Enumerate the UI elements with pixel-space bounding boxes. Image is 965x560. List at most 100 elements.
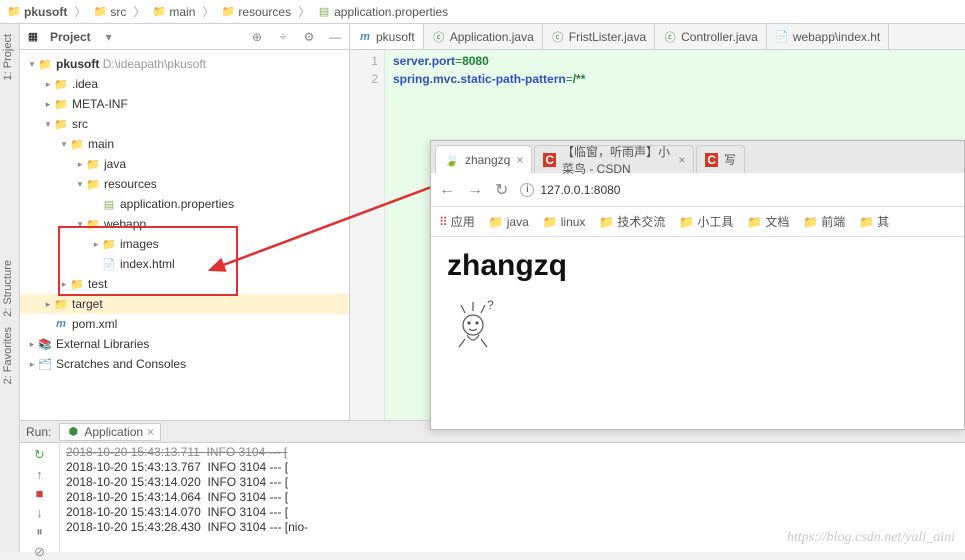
folder-icon: 📁 — [747, 215, 762, 229]
run-config-tab[interactable]: ⬢Application× — [59, 423, 161, 441]
chevron-icon: 〉 — [200, 3, 216, 20]
tree-root[interactable]: ▾📁pkusoft D:\ideapath\pkusoft — [20, 54, 349, 74]
tree-idea[interactable]: ▸📁.idea — [20, 74, 349, 94]
tree-main[interactable]: ▾📁main — [20, 134, 349, 154]
crumb-main[interactable]: 📁main — [149, 4, 198, 20]
tree-test[interactable]: ▸📁test — [20, 274, 349, 294]
folder-icon: 📁 — [54, 77, 68, 91]
tree-target[interactable]: ▸📁target — [20, 294, 349, 314]
forward-icon[interactable]: → — [467, 181, 483, 199]
hide-icon[interactable]: — — [327, 29, 343, 45]
bookmark-docs[interactable]: 📁文档 — [747, 213, 789, 230]
tab-favorites[interactable]: 2: Favorites — [2, 327, 14, 384]
folder-icon: 📁 — [93, 5, 107, 19]
bookmark-other[interactable]: 📁其 — [859, 213, 889, 230]
crumb-resources[interactable]: 📁resources — [218, 4, 294, 20]
browser-address-bar: ← → ↻ i127.0.0.1:8080 — [431, 173, 964, 207]
bookmark-java[interactable]: 📁java — [489, 215, 529, 229]
class-icon: ⓒ — [551, 30, 565, 44]
crumb-file[interactable]: ▤application.properties — [314, 4, 451, 20]
svg-text:?: ? — [487, 299, 494, 312]
tree-scratches[interactable]: ▸🗂Scratches and Consoles — [20, 354, 349, 374]
tree-index[interactable]: 📄index.html — [20, 254, 349, 274]
bookmark-tech[interactable]: 📁技术交流 — [599, 213, 665, 230]
chevron-icon: 〉 — [72, 3, 88, 20]
breadcrumb: 📁pkusoft 〉 📁src 〉 📁main 〉 📁resources 〉 ▤… — [0, 0, 965, 24]
tree-src[interactable]: ▾📁src — [20, 114, 349, 134]
tree-extlib[interactable]: ▸📚External Libraries — [20, 334, 349, 354]
back-icon[interactable]: ← — [439, 181, 455, 199]
apps-shortcut[interactable]: ⠿应用 — [439, 213, 475, 230]
project-icon: ▦ — [26, 30, 40, 44]
tree-resources[interactable]: ▾📁resources — [20, 174, 349, 194]
folder-icon: 📁 — [679, 215, 694, 229]
browser-page: zhangzq ? — [431, 237, 964, 429]
rerun-icon[interactable]: ↻ — [34, 447, 45, 463]
html-icon: 📄 — [775, 30, 789, 44]
project-title: Project — [50, 30, 91, 44]
url-field[interactable]: i127.0.0.1:8080 — [520, 183, 620, 197]
tree-java[interactable]: ▸📁java — [20, 154, 349, 174]
webapp-icon: 📁 — [86, 217, 100, 231]
crumb-project[interactable]: 📁pkusoft — [4, 4, 70, 20]
properties-icon: ▤ — [102, 197, 116, 211]
close-icon[interactable]: × — [678, 153, 685, 167]
editor-tab-pkusoft[interactable]: mpkusoft — [350, 24, 424, 49]
down-icon[interactable]: ↓ — [36, 505, 43, 520]
chevron-icon: 〉 — [131, 3, 147, 20]
divide-icon[interactable]: ÷ — [275, 29, 291, 45]
tree-webapp[interactable]: ▾📁webapp — [20, 214, 349, 234]
exit-icon[interactable]: ⊘ — [34, 544, 45, 560]
editor-tab-fristlister[interactable]: ⓒFristLister.java — [543, 24, 655, 49]
left-gutter: 1: Project 2: Structure 2: Favorites — [0, 24, 20, 552]
class-icon: ⓒ — [432, 30, 446, 44]
maven-icon: m — [358, 30, 372, 44]
folder-icon: 📁 — [54, 97, 68, 111]
tree-images[interactable]: ▸📁images — [20, 234, 349, 254]
close-icon[interactable]: × — [147, 425, 154, 439]
folder-icon: 📁 — [70, 137, 84, 151]
tab-structure[interactable]: 2: Structure — [2, 260, 14, 317]
folder-icon: 📁 — [543, 215, 558, 229]
tab-project[interactable]: 1: Project — [2, 34, 14, 80]
bookmarks-bar: ⠿应用 📁java 📁linux 📁技术交流 📁小工具 📁文档 📁前端 📁其 — [431, 207, 964, 237]
browser-tab-write[interactable]: C写 — [696, 145, 745, 173]
folder-icon: 📁 — [54, 117, 68, 131]
reload-icon[interactable]: ↻ — [495, 180, 508, 200]
csdn-icon: C — [705, 153, 718, 167]
tree-appprops[interactable]: ▤application.properties — [20, 194, 349, 214]
folder-icon: 📁 — [859, 215, 874, 229]
tree-pom[interactable]: mpom.xml — [20, 314, 349, 334]
info-icon: i — [520, 183, 534, 197]
editor-tab-index[interactable]: 📄webapp\index.ht — [767, 24, 889, 49]
watermark: https://blog.csdn.net/yali_aini — [787, 530, 955, 546]
target-icon: 📁 — [54, 297, 68, 311]
spring-icon: ⬢ — [66, 425, 80, 439]
gear-icon[interactable]: ⚙ — [301, 29, 317, 45]
bookmark-linux[interactable]: 📁linux — [543, 215, 586, 229]
html-icon: 📄 — [102, 257, 116, 271]
editor-tab-controller[interactable]: ⓒController.java — [655, 24, 767, 49]
bookmark-tools[interactable]: 📁小工具 — [679, 213, 733, 230]
apps-icon: ⠿ — [439, 215, 448, 229]
folder-icon: 📁 — [102, 237, 116, 251]
pause-icon[interactable]: ⏸ — [36, 524, 43, 540]
tree-meta[interactable]: ▸📁META-INF — [20, 94, 349, 114]
dropdown-icon[interactable]: ▾ — [101, 29, 117, 45]
bookmark-frontend[interactable]: 📁前端 — [803, 213, 845, 230]
library-icon: 📚 — [38, 337, 52, 351]
folder-icon: 📁 — [152, 5, 166, 19]
project-tree[interactable]: ▾📁pkusoft D:\ideapath\pkusoft ▸📁.idea ▸📁… — [20, 50, 349, 420]
close-icon[interactable]: × — [516, 153, 523, 167]
up-icon[interactable]: ↑ — [36, 467, 43, 482]
browser-tab-csdn[interactable]: C【临窗，听雨声】小菜鸟 - CSDN× — [534, 145, 694, 173]
collapse-icon[interactable]: ⊕ — [249, 29, 265, 45]
class-icon: ⓒ — [663, 30, 677, 44]
editor-tab-application[interactable]: ⓒApplication.java — [424, 24, 543, 49]
csdn-icon: C — [543, 153, 556, 167]
browser-tab-active[interactable]: 🍃zhangzq× — [435, 145, 532, 173]
package-icon: 📁 — [86, 157, 100, 171]
crumb-src[interactable]: 📁src — [90, 4, 129, 20]
page-heading: zhangzq — [447, 249, 948, 283]
stop-icon[interactable]: ■ — [36, 486, 44, 501]
